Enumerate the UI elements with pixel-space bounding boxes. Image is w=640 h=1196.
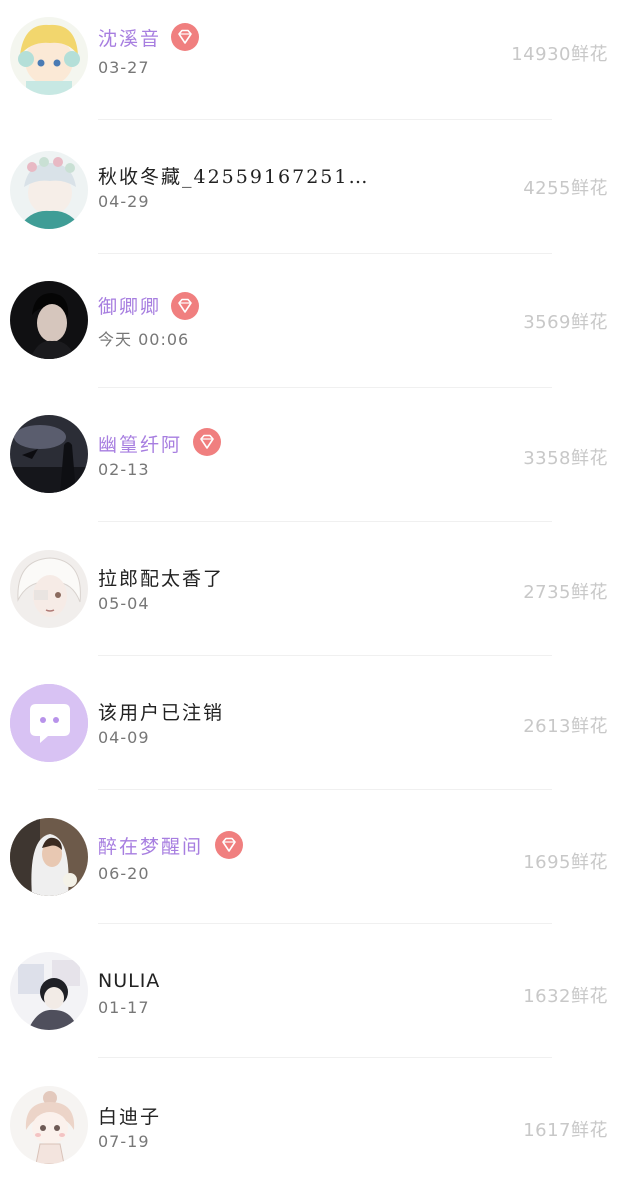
user-name[interactable]: NULIA <box>98 970 160 992</box>
flower-count: 14930鲜花 <box>511 44 608 65</box>
user-name[interactable]: 幽篁纤阿 <box>98 430 182 457</box>
user-name[interactable]: 秋收冬藏_42559167251… <box>98 162 369 189</box>
vip-diamond-icon <box>171 292 199 320</box>
white-hair-sketch-avatar-icon <box>10 550 88 628</box>
bride-photo-avatar-icon <box>10 818 88 896</box>
post-date: 02-13 <box>98 460 150 479</box>
flower-count: 3358鲜花 <box>523 448 608 469</box>
list-item[interactable]: 秋收冬藏_42559167251… 04-29 4255鲜花 <box>0 120 640 254</box>
gift-ranking-list: 沈溪音 03-27 14930鲜花 秋收冬藏_42559167251… 04-2… <box>0 0 640 1196</box>
avatar[interactable] <box>10 17 88 95</box>
flower-count: 1632鲜花 <box>523 986 608 1007</box>
list-item[interactable]: 白迪子 07-19 1617鲜花 <box>0 1058 640 1192</box>
list-item[interactable]: 御卿卿 今天 00:06 3569鲜花 <box>0 254 640 388</box>
post-date: 07-19 <box>98 1132 150 1151</box>
post-date: 03-27 <box>98 58 150 77</box>
avatar[interactable] <box>10 1086 88 1164</box>
list-item[interactable]: 醉在梦醒间 06-20 1695鲜花 <box>0 790 640 924</box>
vip-diamond-icon <box>193 428 221 456</box>
avatar[interactable] <box>10 151 88 229</box>
vip-diamond-icon <box>171 23 199 51</box>
user-name[interactable]: 白迪子 <box>98 1102 161 1129</box>
avatar[interactable] <box>10 281 88 359</box>
dark-portrait-avatar-icon <box>10 281 88 359</box>
post-date: 04-29 <box>98 192 150 211</box>
user-name[interactable]: 沈溪音 <box>98 24 161 51</box>
flower-count: 1617鲜花 <box>523 1120 608 1141</box>
user-name[interactable]: 该用户已注销 <box>98 698 224 725</box>
flower-count: 4255鲜花 <box>523 178 608 199</box>
vip-diamond-icon <box>215 831 243 859</box>
avatar[interactable] <box>10 550 88 628</box>
flower-count: 3569鲜花 <box>523 312 608 333</box>
anime-blonde-avatar-icon <box>10 17 88 95</box>
list-item[interactable]: 该用户已注销 04-09 2613鲜花 <box>0 656 640 790</box>
list-item[interactable]: NULIA 01-17 1632鲜花 <box>0 924 640 1058</box>
dark-scene-avatar-icon <box>10 415 88 493</box>
post-date: 今天 00:06 <box>98 330 190 349</box>
deleted-user-chat-avatar-icon <box>10 684 88 762</box>
user-name[interactable]: 拉郎配太香了 <box>98 564 224 591</box>
avatar[interactable] <box>10 415 88 493</box>
list-item[interactable]: 幽篁纤阿 02-13 3358鲜花 <box>0 388 640 522</box>
post-date: 05-04 <box>98 594 150 613</box>
user-name[interactable]: 御卿卿 <box>98 292 161 319</box>
flower-count: 1695鲜花 <box>523 852 608 873</box>
flower-count: 2613鲜花 <box>523 716 608 737</box>
avatar[interactable] <box>10 818 88 896</box>
anime-collage-avatar-icon <box>10 952 88 1030</box>
list-item[interactable]: 沈溪音 03-27 14930鲜花 <box>0 0 640 120</box>
post-date: 06-20 <box>98 864 150 883</box>
anime-flower-crown-avatar-icon <box>10 151 88 229</box>
post-date: 04-09 <box>98 728 150 747</box>
post-date: 01-17 <box>98 998 150 1017</box>
flower-count: 2735鲜花 <box>523 582 608 603</box>
list-item[interactable]: 拉郎配太香了 05-04 2735鲜花 <box>0 522 640 656</box>
avatar[interactable] <box>10 684 88 762</box>
avatar[interactable] <box>10 952 88 1030</box>
chibi-girl-avatar-icon <box>10 1086 88 1164</box>
user-name[interactable]: 醉在梦醒间 <box>98 832 203 859</box>
